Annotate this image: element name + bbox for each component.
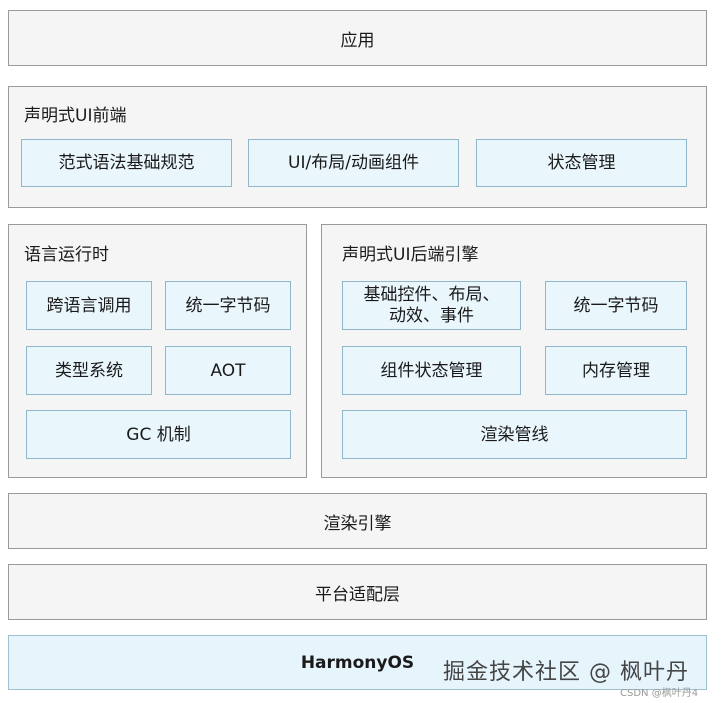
runtime-title: 语言运行时 — [24, 245, 109, 265]
render-layer-label: 渲染引擎 — [323, 513, 392, 534]
backend-layer: 声明式UI后端引擎 基础控件、布局、 动效、事件 统一字节码 组件状态管理 内存… — [321, 224, 707, 478]
backend-title: 声明式UI后端引擎 — [342, 245, 479, 265]
os-layer-label: HarmonyOS — [300, 652, 415, 673]
backend-item-controls-label: 基础控件、布局、 动效、事件 — [363, 284, 500, 326]
frontend-title: 声明式UI前端 — [24, 106, 127, 126]
app-layer: 应用 — [8, 10, 707, 66]
runtime-item-bytecode: 统一字节码 — [165, 281, 291, 330]
runtime-item-cross-lang: 跨语言调用 — [26, 281, 152, 330]
frontend-item-components: UI/布局/动画组件 — [248, 139, 459, 187]
watermark-small-text: CSDN @枫叶丹4 — [620, 688, 699, 699]
app-layer-label: 应用 — [340, 30, 375, 51]
watermark-text: 掘金技术社区 @ 枫叶丹 — [443, 660, 689, 685]
backend-item-pipeline: 渲染管线 — [342, 410, 687, 459]
platform-layer-label: 平台适配层 — [315, 584, 400, 605]
runtime-item-gc: GC 机制 — [26, 410, 291, 459]
frontend-layer: 声明式UI前端 范式语法基础规范 UI/布局/动画组件 状态管理 — [8, 86, 707, 208]
platform-layer: 平台适配层 — [8, 564, 707, 620]
runtime-item-type-system: 类型系统 — [26, 346, 152, 395]
backend-item-bytecode: 统一字节码 — [545, 281, 687, 330]
runtime-item-aot: AOT — [165, 346, 291, 395]
frontend-item-state: 状态管理 — [476, 139, 687, 187]
backend-item-controls: 基础控件、布局、 动效、事件 — [342, 281, 521, 330]
render-layer: 渲染引擎 — [8, 493, 707, 549]
frontend-item-syntax: 范式语法基础规范 — [21, 139, 232, 187]
runtime-layer: 语言运行时 跨语言调用 统一字节码 类型系统 AOT GC 机制 — [8, 224, 307, 478]
backend-item-memory: 内存管理 — [545, 346, 687, 395]
backend-item-component-state: 组件状态管理 — [342, 346, 521, 395]
